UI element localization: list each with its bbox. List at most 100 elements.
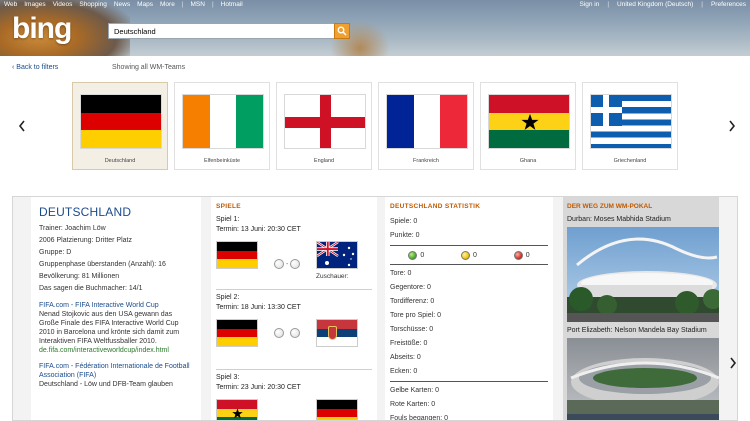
team-name: Griechenland: [613, 158, 647, 164]
road-column: DER WEG ZUM WM-POKAL Durban: Moses Mabhi…: [563, 197, 719, 420]
team-card-griechenland[interactable]: Griechenland: [582, 82, 678, 170]
game-label: Spiel 3:: [216, 374, 240, 381]
flag-ghana: [488, 94, 570, 149]
info-placement: 2006 Platzierung: Dritter Platz: [39, 237, 132, 244]
top-right-links: Sign in | United Kingdom (Deutsch) | Pre…: [571, 1, 746, 8]
panel-next-button[interactable]: [727, 355, 737, 371]
yellow-dot-icon: [461, 250, 471, 260]
score-home: [274, 328, 284, 338]
info-group: Gruppe: D: [39, 249, 72, 256]
score-home: [274, 259, 284, 269]
news-link[interactable]: FIFA.com - Fédération Internationale de …: [39, 362, 193, 380]
stat-fouls: Fouls begangen: 0: [390, 415, 448, 421]
carousel-prev-button[interactable]: [16, 118, 28, 134]
back-to-filters-link[interactable]: ‹ Back to filters: [12, 64, 58, 71]
red-dot-icon: [513, 250, 523, 260]
news-url[interactable]: de.fifa.com/interactiveworldcup/index.ht…: [39, 346, 193, 356]
stat-offside: Abseits: 0: [390, 354, 421, 361]
team-detail-panel: DEUTSCHLAND Trainer: Joachim Löw 2006 Pl…: [12, 196, 738, 421]
game-date: Termin: 18 Juni: 13:30 CET: [216, 304, 301, 311]
nav-divider: |: [701, 1, 703, 8]
flag-greece: [590, 94, 672, 149]
header-bar: Web Images Videos Shopping News Maps Mor…: [0, 0, 750, 56]
nav-divider: |: [607, 1, 610, 8]
team-card-elfenbeinkueste[interactable]: Elfenbeinküste: [174, 82, 270, 170]
stat-red-cards: Rote Karten: 0: [390, 401, 436, 408]
road-title: DER WEG ZUM WM-POKAL: [567, 203, 653, 210]
info-trainer: Trainer: Joachim Löw: [39, 225, 106, 232]
stats-column: DEUTSCHLAND STATISTIK Spiele: 0 Punkte: …: [385, 197, 553, 421]
flag-germany: [216, 241, 258, 269]
flag-serbia: [316, 319, 358, 347]
flag-germany: [80, 94, 162, 149]
search-box: [108, 23, 350, 39]
game-item: Spiel 2: Termin: 18 Juni: 13:30 CET -: [216, 290, 372, 370]
team-card-ghana[interactable]: Ghana: [480, 82, 576, 170]
team-name: Ghana: [519, 158, 537, 164]
region-link[interactable]: United Kingdom (Deutsch): [609, 1, 693, 8]
stadium-label: Durban: Moses Mabhida Stadium: [567, 216, 671, 223]
nav-images[interactable]: Images: [24, 1, 52, 8]
nav-shopping[interactable]: Shopping: [79, 1, 113, 8]
team-name: Elfenbeinküste: [203, 158, 241, 164]
carousel-next-button[interactable]: [726, 118, 738, 134]
nav-divider: |: [211, 1, 214, 8]
game-label: Spiel 2:: [216, 294, 240, 301]
stat-corners: Ecken: 0: [390, 368, 418, 375]
nav-maps[interactable]: Maps: [137, 1, 160, 8]
stat-goal-diff: Tordifferenz: 0: [390, 298, 435, 305]
flag-ivory-coast: [182, 94, 264, 149]
losses-indicator: 0: [513, 250, 530, 260]
games-column: SPIELE Spiel 1: Termin: 13 Juni: 20:30 C…: [211, 197, 377, 420]
chevron-right-icon: [729, 120, 736, 132]
game-item: Spiel 1: Termin: 13 Juni: 20:30 CET - Zu…: [216, 215, 372, 290]
score-away: [290, 259, 301, 269]
divider: [390, 245, 548, 246]
score-away: [290, 328, 301, 338]
info-group-stage: Gruppenphase überstanden (Anzahl): 16: [39, 261, 166, 268]
nav-more[interactable]: More: [160, 1, 182, 8]
result-dots: 0 0 0: [390, 248, 548, 262]
stadium-label: Port Elizabeth: Nelson Mandela Bay Stadi…: [567, 327, 707, 334]
stat-goals: Tore: 0: [390, 270, 412, 277]
team-card-frankreich[interactable]: Frankreich: [378, 82, 474, 170]
score: -: [274, 328, 301, 338]
green-dot-icon: [408, 250, 418, 260]
divider: [390, 381, 548, 382]
draws-value: 0: [473, 251, 477, 259]
nav-news[interactable]: News: [114, 1, 137, 8]
nav-videos[interactable]: Videos: [53, 1, 80, 8]
team-card-england[interactable]: England: [276, 82, 372, 170]
sign-in-link[interactable]: Sign in: [571, 1, 599, 8]
preferences-link[interactable]: Preferences: [703, 1, 746, 8]
news-snippet: Deutschland - Löw und DFB-Team glauben: [39, 381, 173, 388]
game-date: Termin: 23 Juni: 20:30 CET: [216, 384, 301, 391]
bing-logo[interactable]: bing: [12, 12, 72, 46]
stat-goals-per-game: Tore pro Spiel: 0: [390, 312, 441, 319]
chevron-left-icon: [18, 120, 25, 132]
games-title: SPIELE: [216, 203, 241, 210]
stadium-photo-durban[interactable]: [567, 227, 719, 322]
game-item: Spiel 3: Termin: 23 Juni: 20:30 CET: [216, 370, 372, 420]
wins-value: 0: [420, 251, 425, 259]
wins-indicator: 0: [408, 250, 425, 260]
team-card-deutschland[interactable]: Deutschland: [72, 82, 168, 170]
news-snippet: Nenad Stojkovic aus den USA gewann das G…: [39, 311, 180, 345]
stat-free-kicks: Freistöße: 0: [390, 340, 428, 347]
team-name: Frankreich: [413, 158, 439, 164]
info-population: Bevölkerung: 81 Millionen: [39, 273, 120, 280]
stadium-photo-port-elizabeth[interactable]: [567, 338, 719, 420]
nav-msn[interactable]: MSN: [191, 1, 212, 8]
game-label: Spiel 1:: [216, 216, 240, 223]
search-button[interactable]: [334, 23, 350, 39]
flag-england: [284, 94, 366, 149]
search-icon: [337, 26, 347, 36]
flag-germany: [316, 399, 358, 420]
team-title[interactable]: DEUTSCHLAND: [39, 205, 193, 219]
search-input[interactable]: [114, 26, 334, 37]
nav-web[interactable]: Web: [4, 1, 24, 8]
nav-hotmail[interactable]: Hotmail: [221, 1, 250, 8]
news-link[interactable]: FIFA.com - FIFA Interactive World Cup: [39, 301, 193, 310]
team-name: Deutschland: [104, 158, 136, 164]
losses-value: 0: [525, 251, 530, 259]
